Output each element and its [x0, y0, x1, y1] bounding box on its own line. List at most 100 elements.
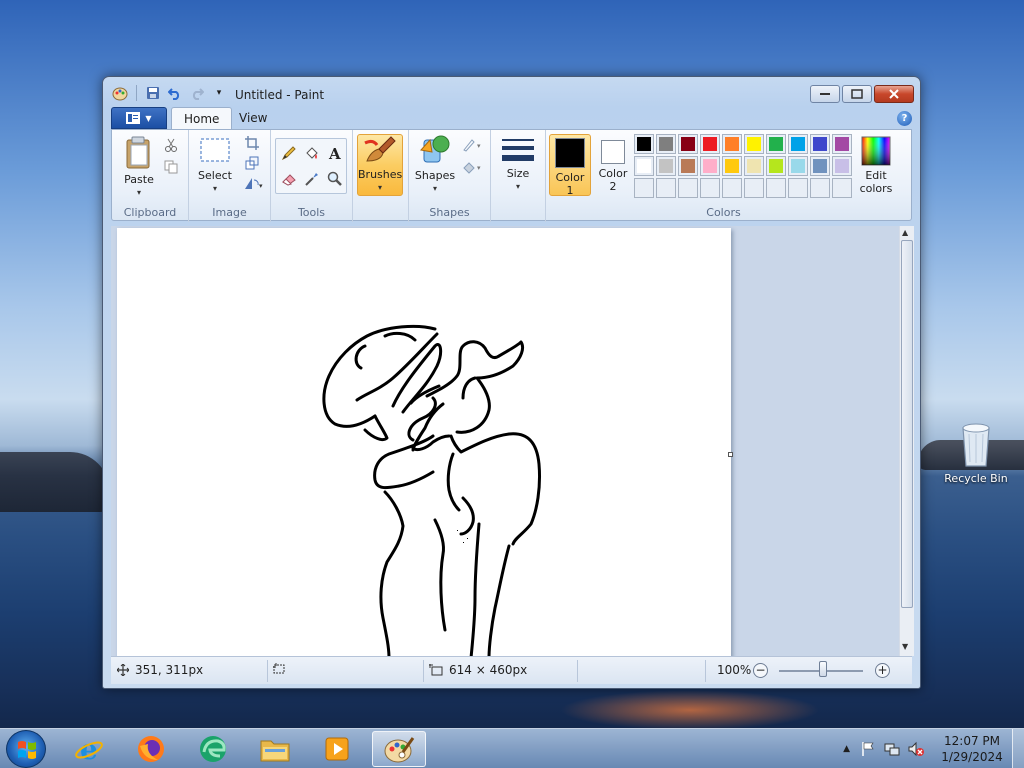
selection-size [273, 663, 287, 675]
desktop-sun-glow [560, 690, 820, 730]
tab-home[interactable]: Home [171, 107, 233, 130]
recycle-bin-label: Recycle Bin [944, 472, 1008, 485]
drawing-canvas[interactable] [117, 228, 731, 656]
magnifier-icon[interactable] [324, 168, 346, 190]
paint-menu-button[interactable]: ▼ [111, 107, 167, 129]
palette-color-swatch[interactable] [656, 156, 676, 176]
palette-custom-swatch-empty[interactable] [788, 178, 808, 198]
eraser-icon[interactable] [278, 168, 300, 190]
brushes-button[interactable]: Brushes ▾ [357, 134, 403, 196]
size-button[interactable]: Size ▾ [497, 136, 539, 193]
palette-custom-swatch-empty[interactable] [656, 178, 676, 198]
taskbar-media-player[interactable] [310, 731, 364, 767]
vertical-scrollbar[interactable]: ▲ ▼ [899, 226, 914, 656]
palette-color-swatch[interactable] [810, 156, 830, 176]
svg-text:▾: ▾ [477, 164, 481, 172]
taskbar-edge[interactable] [186, 731, 240, 767]
palette-color-swatch[interactable] [700, 134, 720, 154]
minimize-button[interactable] [810, 85, 840, 103]
palette-color-swatch[interactable] [766, 156, 786, 176]
maximize-button[interactable] [842, 85, 872, 103]
color2-button[interactable]: Color 2 [592, 134, 634, 196]
palette-color-swatch[interactable] [744, 134, 764, 154]
group-image: Select ▾ ▾ Image [189, 130, 271, 222]
taskbar-firefox[interactable] [124, 731, 178, 767]
palette-custom-swatch-empty[interactable] [678, 178, 698, 198]
scroll-down-icon[interactable]: ▼ [902, 642, 908, 651]
palette-color-swatch[interactable] [634, 156, 654, 176]
palette-custom-swatch-empty[interactable] [744, 178, 764, 198]
undo-icon[interactable] [166, 85, 184, 101]
copy-icon[interactable] [162, 158, 180, 176]
taskbar-file-explorer[interactable] [248, 731, 302, 767]
group-colors: Color 1 Color 2 Edit colors Colors [546, 130, 901, 222]
palette-custom-swatch-empty[interactable] [832, 178, 852, 198]
palette-color-swatch[interactable] [722, 134, 742, 154]
zoom-in-button[interactable]: + [875, 663, 890, 678]
palette-color-swatch[interactable] [832, 134, 852, 154]
palette-color-swatch[interactable] [744, 156, 764, 176]
close-button[interactable] [874, 85, 914, 103]
internet-explorer-icon: e [75, 734, 103, 764]
taskbar-paint[interactable] [372, 731, 426, 767]
palette-color-swatch[interactable] [810, 134, 830, 154]
action-center-flag-icon[interactable] [860, 741, 876, 757]
scroll-up-icon[interactable]: ▲ [902, 228, 908, 237]
paint-app-icon[interactable] [111, 85, 129, 101]
palette-custom-swatch-empty[interactable] [766, 178, 786, 198]
palette-color-swatch[interactable] [788, 134, 808, 154]
pencil-icon[interactable] [278, 142, 300, 164]
outline-icon[interactable]: ▾ [461, 136, 487, 154]
palette-color-swatch[interactable] [832, 156, 852, 176]
save-icon[interactable] [144, 85, 162, 101]
fill-shape-icon[interactable]: ▾ [461, 158, 487, 176]
shapes-button[interactable]: Shapes ▾ [413, 134, 457, 195]
customize-qat-icon[interactable]: ▾ [210, 85, 228, 101]
volume-muted-icon[interactable] [908, 741, 924, 757]
taskbar-internet-explorer[interactable]: e [62, 731, 116, 767]
palette-color-swatch[interactable] [722, 156, 742, 176]
rotate-icon[interactable]: ▾ [243, 174, 267, 192]
resize-icon[interactable] [243, 154, 261, 172]
select-button[interactable]: Select ▾ [193, 136, 237, 195]
palette-color-swatch[interactable] [700, 156, 720, 176]
show-desktop-button[interactable] [1012, 729, 1024, 768]
palette-custom-swatch-empty[interactable] [700, 178, 720, 198]
zoom-out-button[interactable]: − [753, 663, 768, 678]
palette-custom-swatch-empty[interactable] [722, 178, 742, 198]
paste-button[interactable]: Paste ▾ [118, 136, 160, 199]
palette-color-swatch[interactable] [656, 134, 676, 154]
show-hidden-icons-icon[interactable]: ▲ [843, 744, 850, 754]
network-icon[interactable] [884, 741, 900, 757]
text-icon[interactable]: A [324, 142, 346, 164]
scroll-thumb[interactable] [901, 240, 913, 608]
color1-button[interactable]: Color 1 [549, 134, 591, 197]
clock[interactable]: 12:07 PM 1/29/2024 [932, 733, 1012, 765]
svg-text:▾: ▾ [477, 142, 481, 150]
palette-color-swatch[interactable] [788, 156, 808, 176]
edit-colors-button[interactable]: Edit colors [854, 136, 898, 195]
line-size-icon [502, 139, 534, 161]
crop-icon[interactable] [243, 134, 261, 152]
recycle-bin-shortcut[interactable]: Recycle Bin [940, 422, 1012, 485]
fill-icon[interactable] [301, 142, 323, 164]
color-picker-icon[interactable] [301, 168, 323, 190]
tab-view[interactable]: View [227, 107, 279, 130]
palette-color-swatch[interactable] [678, 156, 698, 176]
chevron-down-icon: ▾ [377, 183, 382, 192]
palette-color-swatch[interactable] [678, 134, 698, 154]
brushes-label: Brushes [358, 168, 403, 181]
palette-custom-swatch-empty[interactable] [634, 178, 654, 198]
cut-icon[interactable] [162, 136, 180, 154]
system-tray: ▲ 12:07 PM 1/29/2024 [843, 729, 1024, 768]
palette-color-swatch[interactable] [766, 134, 786, 154]
palette-custom-swatch-empty[interactable] [810, 178, 830, 198]
redo-icon[interactable] [188, 85, 206, 101]
canvas-resize-handle-right[interactable] [728, 452, 733, 457]
start-button[interactable] [6, 730, 46, 768]
qat-divider [136, 85, 137, 101]
help-icon[interactable]: ? [897, 111, 912, 126]
edit-colors-icon [861, 136, 891, 166]
palette-color-swatch[interactable] [634, 134, 654, 154]
zoom-slider-thumb[interactable] [819, 661, 827, 677]
